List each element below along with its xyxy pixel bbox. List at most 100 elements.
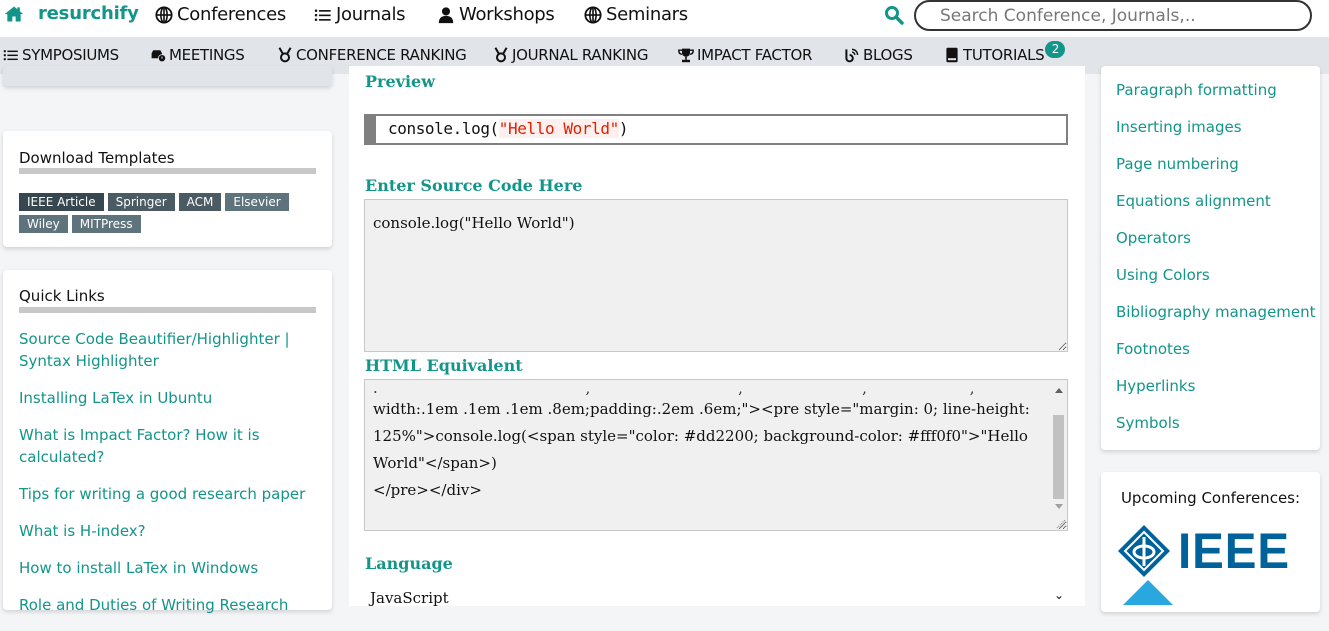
subnav-conference-ranking-label: CONFERENCE RANKING (296, 46, 467, 64)
home-icon (4, 6, 24, 21)
html-output-line: World"</span>) (373, 454, 497, 472)
nav-workshops[interactable]: Workshops (437, 4, 555, 25)
template-tag-mitpress[interactable]: MITPress (71, 215, 141, 233)
subnav-impact-factor[interactable]: IMPACT FACTOR (678, 46, 812, 64)
quick-link[interactable]: Role and Duties of Writing Research (19, 594, 319, 616)
quick-link[interactable]: Installing LaTex in Ubuntu (19, 387, 319, 409)
download-templates-title: Download Templates (19, 149, 175, 167)
html-output-line: width:.1em .1em .1em .8em;padding:.2em .… (373, 400, 1030, 418)
html-output-line: 125%">console.log(<span style="color: #d… (373, 427, 1028, 445)
scroll-up-arrow-icon[interactable] (1055, 388, 1063, 393)
nav-conferences[interactable]: Conferences (155, 4, 286, 25)
html-output-line: </pre></div> (373, 481, 482, 499)
search-input[interactable] (940, 5, 1310, 26)
quick-links-title: Quick Links (19, 287, 105, 305)
title-divider (19, 307, 316, 313)
tutorial-links-list: Paragraph formatting Inserting images Pa… (1116, 78, 1316, 448)
ieee-logo[interactable]: IEEE (1117, 524, 1293, 578)
trophy-icon (678, 48, 694, 63)
tutorial-link[interactable]: Using Colors (1116, 263, 1316, 300)
user-icon (438, 6, 454, 23)
quick-links-list: Source Code Beautifier/Highlighter | Syn… (19, 328, 319, 631)
car-clock-icon (151, 50, 166, 63)
ieee-diamond-icon (1118, 525, 1170, 577)
quick-links-card: Quick Links Source Code Beautifier/Highl… (3, 270, 332, 614)
subnav-impact-factor-label: IMPACT FACTOR (697, 46, 813, 64)
main-panel: Preview console.log("Hello World") Enter… (349, 66, 1085, 607)
language-select[interactable]: JavaScript ⌄ (364, 586, 1068, 616)
nav-seminars[interactable]: Seminars (584, 4, 688, 25)
subnav-meetings[interactable]: MEETINGS (150, 46, 245, 64)
template-tag-acm[interactable]: ACM (178, 193, 222, 211)
subnav-tutorials[interactable]: TUTORIALS 2 (944, 40, 1066, 64)
quick-link[interactable]: What is H-index? (19, 520, 319, 542)
top-navbar: resurchify Conferences Journals Workshop… (0, 0, 1329, 37)
quick-link[interactable]: What is Impact Factor? How it is calcula… (19, 424, 319, 468)
subnav-blogs-label: BLOGS (863, 46, 913, 64)
language-selected-value: JavaScript (370, 589, 449, 607)
ieee-logo-text: IEEE (1177, 523, 1291, 579)
source-code-label: Enter Source Code Here (365, 176, 583, 195)
search-icon[interactable] (884, 5, 904, 25)
quick-link[interactable]: How to install LaTex in Windows (19, 557, 319, 579)
clipped-line: . _ , , , _ , (373, 386, 975, 396)
tutorial-link[interactable]: Hyperlinks (1116, 374, 1316, 411)
nav-journals-label: Journals (336, 4, 406, 25)
preview-label: Preview (365, 72, 435, 91)
template-tags: IEEE Article Springer ACM Elsevier Wiley… (19, 193, 319, 233)
title-divider (19, 168, 316, 174)
resize-grip-icon[interactable] (1054, 517, 1066, 529)
upcoming-conferences-title: Upcoming Conferences: (1120, 489, 1301, 507)
quick-link[interactable]: Source Code Beautifier/Highlighter | Syn… (19, 328, 319, 372)
subnav-meetings-label: MEETINGS (169, 46, 245, 64)
sidebar-card-partial (3, 66, 332, 86)
brand-link[interactable]: resurchify (4, 3, 139, 24)
subnav-journal-ranking[interactable]: JOURNAL RANKING (493, 46, 648, 64)
subnav-symposiums-label: SYMPOSIUMS (22, 46, 119, 64)
tutorials-count-badge: 2 (1045, 40, 1066, 58)
download-templates-card: Download Templates IEEE Article Springer… (3, 131, 332, 247)
subnav-journal-ranking-label: JOURNAL RANKING (512, 46, 649, 64)
preview-string-literal: "Hello World" (498, 119, 619, 138)
medal-icon (278, 47, 292, 63)
preview-code-text: console.log( (388, 119, 499, 138)
medal-icon (494, 47, 508, 63)
source-code-input[interactable]: console.log("Hello World") (364, 199, 1068, 352)
book-icon (946, 47, 958, 63)
subnav-symposiums[interactable]: SYMPOSIUMS (3, 46, 119, 64)
subnav-blogs[interactable]: BLOGS (844, 46, 913, 64)
template-tag-springer[interactable]: Springer (107, 193, 175, 211)
tutorial-link[interactable]: Operators (1116, 226, 1316, 263)
search-box[interactable] (914, 0, 1312, 31)
subnav-tutorials-label: TUTORIALS (963, 46, 1045, 64)
template-tag-ieee[interactable]: IEEE Article (19, 193, 104, 211)
nav-conferences-label: Conferences (177, 4, 286, 25)
quick-link[interactable]: Tips for writing a good research paper (19, 483, 319, 505)
subnav-conference-ranking[interactable]: CONFERENCE RANKING (277, 46, 467, 64)
chevron-down-icon: ⌄ (1053, 588, 1064, 602)
html-equivalent-label: HTML Equivalent (365, 356, 523, 375)
latex-tutorials-card: Paragraph formatting Inserting images Pa… (1101, 66, 1320, 450)
nav-workshops-label: Workshops (459, 4, 555, 25)
tutorial-link[interactable]: Footnotes (1116, 337, 1316, 374)
preview-code-suffix: ) (618, 119, 629, 138)
tutorial-link[interactable]: Equations alignment (1116, 189, 1316, 226)
template-tag-elsevier[interactable]: Elsevier (225, 193, 289, 211)
blog-icon (845, 48, 859, 63)
tutorial-link[interactable]: Inserting images (1116, 115, 1316, 152)
tutorial-link[interactable]: Symbols (1116, 411, 1316, 448)
globe-icon (155, 5, 173, 24)
tutorial-link[interactable]: Bibliography management (1116, 300, 1316, 337)
list-icon (314, 9, 331, 21)
tutorial-link[interactable]: Paragraph formatting (1116, 78, 1316, 115)
template-tag-wiley[interactable]: Wiley (19, 215, 68, 233)
html-equivalent-output[interactable]: . _ , , , _ , width:.1em .1em .1em .8em;… (364, 379, 1068, 531)
scrollbar-thumb[interactable] (1053, 415, 1064, 499)
secondary-logo-icon (1123, 580, 1173, 605)
nav-journals[interactable]: Journals (314, 4, 406, 25)
html-output-scrollbar[interactable] (1051, 381, 1066, 517)
nav-seminars-label: Seminars (606, 4, 688, 25)
scroll-down-arrow-icon[interactable] (1055, 504, 1063, 509)
tutorial-link[interactable]: Page numbering (1116, 152, 1316, 189)
globe-icon (584, 5, 602, 24)
